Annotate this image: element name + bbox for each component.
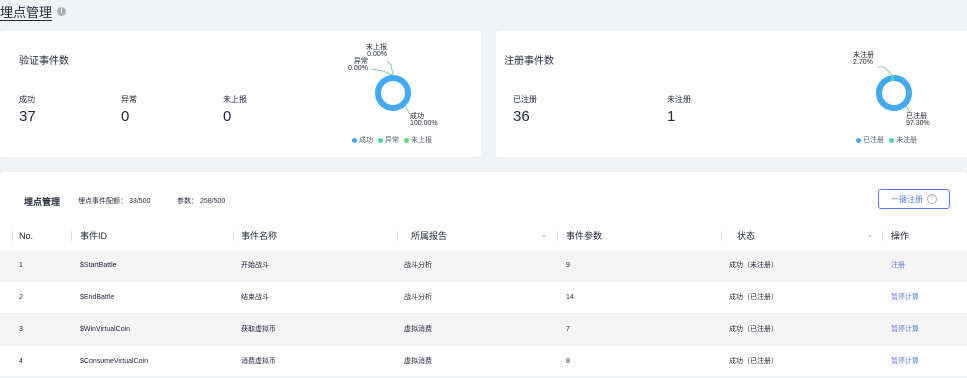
table-row: 1 $StartBattle 开始战斗 战斗分析 9 成功（未注册） 注册 [0, 250, 967, 282]
stat-value: 0 [121, 108, 130, 125]
cell-event-id: $WinVirtualCoin [80, 326, 131, 333]
cell-params: 9 [566, 262, 570, 269]
stat-success: 成功 37 [19, 94, 36, 125]
label-unregistered: 未注册 2.70% [853, 52, 874, 66]
stat-label: 未注册 [667, 95, 691, 104]
stat-label: 成功 [19, 95, 35, 104]
cell-report: 战斗分析 [404, 294, 432, 301]
col-no: No. [19, 231, 34, 241]
table-row: 2 $EndBattle 结束战斗 战斗分析 14 成功（已注册） 暂停计算 [0, 282, 967, 314]
legend-item[interactable]: 未上报 [404, 135, 432, 145]
legend-item[interactable]: 异常 [378, 135, 399, 145]
cell-params: 8 [566, 358, 570, 365]
column-divider [233, 231, 234, 241]
col-action: 操作 [891, 231, 910, 241]
cell-report: 战斗分析 [404, 262, 432, 269]
verify-chart-legend: 成功 异常 未上报 [352, 135, 432, 145]
legend-item[interactable]: 成功 [352, 135, 373, 145]
page-header: 埋点管理 i [0, 0, 67, 22]
cell-status: 成功（已注册） [729, 326, 778, 333]
stat-value: 37 [19, 108, 36, 125]
cell-params: 14 [566, 294, 574, 301]
donut-slice-1[interactable] [375, 75, 411, 111]
register-chart-legend: 已注册 未注册 [856, 135, 917, 145]
page-title: 埋点管理 [0, 4, 53, 20]
event-quota: 埋点事件配额： 33/500 [78, 198, 151, 205]
cell-event-name: 消费虚拟币 [241, 358, 276, 365]
column-divider [557, 231, 558, 241]
cell-status: 成功（未注册） [729, 262, 778, 269]
legend-item[interactable]: 未注册 [889, 135, 917, 145]
stat-abnormal: 异常 0 [121, 94, 137, 125]
register-events-card: 注册事件数 已注册 36 未注册 1 未注册 2.70% 已注册 97.30% 已注… [496, 31, 967, 157]
cell-no: 4 [19, 358, 23, 365]
register-all-label: 一键注册 [891, 194, 923, 204]
verify-donut-chart [370, 60, 412, 115]
cell-event-id: $EndBattle [80, 294, 115, 301]
legend-item[interactable]: 已注册 [856, 135, 884, 145]
cell-no: 2 [19, 294, 23, 301]
col-event-id: 事件ID [80, 231, 108, 241]
table-row: 3 $WinVirtualCoin 获取虚拟币 虚拟消费 7 成功（已注册） 暂… [0, 314, 967, 346]
chevron-down-icon[interactable]: ⌄ [867, 226, 873, 246]
column-divider [12, 231, 13, 241]
cell-event-name: 开始战斗 [241, 262, 269, 269]
verify-events-card: 验证事件数 成功 37 异常 0 未上报 0 未上报 0.00% 异常 0.00% … [0, 31, 481, 157]
pause-calc-link[interactable]: 暂停计算 [891, 314, 919, 346]
stat-label: 异常 [121, 95, 137, 104]
stat-value: 1 [667, 108, 676, 125]
info-icon[interactable]: i [57, 6, 67, 16]
stat-unreported: 未上报 0 [223, 94, 247, 125]
cell-status: 成功（已注册） [729, 294, 778, 301]
register-card-title: 注册事件数 [504, 56, 554, 67]
cell-event-id: $ConsumeVirtualCoin [80, 358, 148, 365]
label-unreported: 未上报 0.00% [366, 44, 387, 58]
cell-report: 虚拟消费 [404, 326, 432, 333]
table-row: 4 $ConsumeVirtualCoin 消费虚拟币 虚拟消费 8 成功（已注… [0, 346, 967, 378]
label-abnormal: 异常 0.00% [348, 58, 368, 72]
leader-line-1 [878, 66, 893, 76]
cell-no: 3 [19, 326, 23, 333]
column-divider [397, 231, 398, 241]
help-icon[interactable]: ? [927, 194, 937, 204]
stat-registered: 已注册 36 [513, 94, 537, 125]
chevron-down-icon[interactable]: ⌄ [541, 226, 547, 246]
col-status[interactable]: 状态 [737, 226, 755, 246]
cell-no: 1 [19, 262, 23, 269]
cell-event-id: $StartBattle [80, 262, 117, 269]
column-divider [721, 231, 722, 241]
leader-line-2 [370, 68, 393, 76]
verify-card-title: 验证事件数 [19, 56, 69, 67]
pause-calc-link[interactable]: 暂停计算 [891, 346, 919, 378]
column-divider [71, 231, 72, 241]
label-success: 成功 100.00% [410, 113, 438, 127]
cell-status: 成功（已注册） [729, 358, 778, 365]
col-event-name: 事件名称 [241, 231, 278, 241]
stat-value: 0 [223, 108, 232, 125]
cell-params: 7 [566, 326, 570, 333]
column-divider [882, 231, 883, 241]
cell-report: 虚拟消费 [404, 358, 432, 365]
register-link[interactable]: 注册 [891, 250, 905, 282]
stat-unregistered: 未注册 1 [667, 94, 691, 125]
cell-event-name: 获取虚拟币 [241, 326, 276, 333]
col-report[interactable]: 所属报告 [411, 226, 447, 246]
stat-value: 36 [513, 108, 530, 125]
col-params: 事件参数 [566, 231, 603, 241]
pause-calc-link[interactable]: 暂停计算 [891, 282, 919, 314]
param-quota: 参数： 258/500 [177, 198, 226, 205]
table-header: No. 事件ID 事件名称 所属报告 ⌄ 事件参数 状态 ⌄ 操作 [0, 226, 967, 246]
stat-label: 已注册 [513, 95, 537, 104]
cell-event-name: 结束战斗 [241, 294, 269, 301]
label-registered: 已注册 97.30% [906, 113, 930, 127]
tracking-table-card: 埋点管理 埋点事件配额： 33/500 参数： 258/500 一键注册 ? N… [0, 172, 967, 376]
register-all-button[interactable]: 一键注册 ? [878, 189, 950, 209]
stat-label: 未上报 [223, 95, 247, 104]
table-card-title: 埋点管理 [24, 197, 61, 207]
